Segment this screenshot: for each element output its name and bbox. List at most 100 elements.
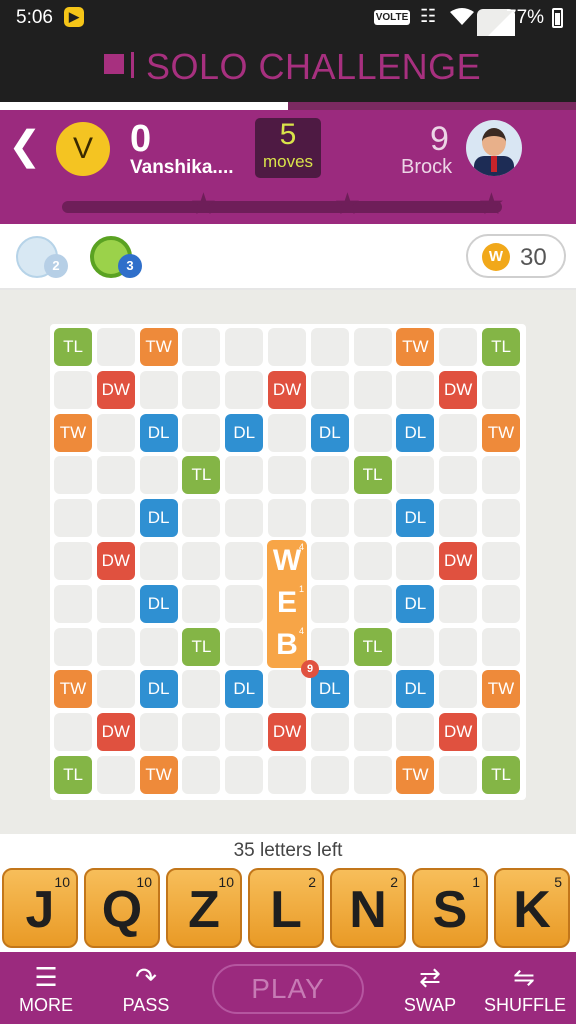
- board-square[interactable]: [182, 413, 221, 452]
- board-square[interactable]: [439, 328, 478, 366]
- board-square-dl[interactable]: DL: [225, 413, 264, 452]
- board-square-tw[interactable]: TW: [396, 756, 435, 794]
- board-square-dl[interactable]: DL: [396, 499, 435, 538]
- rack-tile[interactable]: 10 J: [2, 868, 78, 948]
- board-square[interactable]: [396, 456, 435, 495]
- board-square[interactable]: [96, 328, 135, 366]
- board-square[interactable]: [54, 456, 92, 495]
- board-square-tw[interactable]: TW: [482, 670, 520, 709]
- board-square[interactable]: [139, 370, 178, 409]
- board-square[interactable]: [182, 584, 221, 623]
- board-square[interactable]: [310, 456, 349, 495]
- board-square[interactable]: [439, 627, 478, 666]
- board-square[interactable]: [182, 542, 221, 580]
- board-square-dw[interactable]: DW: [439, 542, 478, 580]
- board-square-dl[interactable]: DL: [139, 584, 178, 623]
- board-square-tw[interactable]: TW: [54, 413, 92, 452]
- board-square[interactable]: [54, 542, 92, 580]
- board-square[interactable]: [139, 456, 178, 495]
- board-square-tw[interactable]: TW: [396, 328, 435, 366]
- rack-tile[interactable]: 2L: [248, 868, 324, 948]
- board-square-tw[interactable]: TW: [482, 413, 520, 452]
- board-square-tw[interactable]: TW: [139, 328, 178, 366]
- board-square-tl[interactable]: TL: [54, 328, 92, 366]
- board-square[interactable]: [268, 499, 306, 538]
- board-square[interactable]: [182, 328, 221, 366]
- board-square-dl[interactable]: DL: [310, 413, 349, 452]
- board-square[interactable]: [439, 670, 478, 709]
- board-square[interactable]: [225, 456, 264, 495]
- board-square[interactable]: [268, 756, 306, 794]
- board-square[interactable]: [96, 499, 135, 538]
- board-square[interactable]: [353, 584, 392, 623]
- board-square-dl[interactable]: DL: [310, 670, 349, 709]
- board-square[interactable]: [310, 370, 349, 409]
- board-square[interactable]: [268, 328, 306, 366]
- board-square-dw[interactable]: DW: [96, 542, 135, 580]
- board-square[interactable]: [353, 370, 392, 409]
- board-square[interactable]: [182, 756, 221, 794]
- board-square-tl[interactable]: TL: [182, 627, 221, 666]
- board-square-dl[interactable]: DL: [139, 413, 178, 452]
- board-square[interactable]: [396, 542, 435, 580]
- board-square[interactable]: [353, 756, 392, 794]
- board-square-dl[interactable]: DL: [396, 584, 435, 623]
- board-square[interactable]: [54, 713, 92, 752]
- board-square-dl[interactable]: DL: [396, 413, 435, 452]
- board-square-dl[interactable]: DL: [396, 670, 435, 709]
- board-square[interactable]: [182, 499, 221, 538]
- board-square[interactable]: [396, 713, 435, 752]
- rack-tile[interactable]: 10 Z: [166, 868, 242, 948]
- board-square-tl[interactable]: TL: [482, 328, 520, 366]
- board-square[interactable]: [54, 627, 92, 666]
- board-square[interactable]: [225, 328, 264, 366]
- coin-balance[interactable]: W 30: [466, 234, 566, 278]
- board-square-tl[interactable]: TL: [353, 627, 392, 666]
- board-square-dw[interactable]: DW: [96, 713, 135, 752]
- play-button[interactable]: PLAY: [212, 964, 364, 1014]
- board-square-tl[interactable]: TL: [54, 756, 92, 794]
- board-square[interactable]: [353, 499, 392, 538]
- board-square[interactable]: [439, 413, 478, 452]
- board-square[interactable]: [139, 627, 178, 666]
- board-square[interactable]: [482, 542, 520, 580]
- board-square[interactable]: [310, 499, 349, 538]
- board-square[interactable]: [482, 456, 520, 495]
- board-square[interactable]: [225, 499, 264, 538]
- board-square[interactable]: [225, 627, 264, 666]
- board-square[interactable]: [482, 370, 520, 409]
- board-square[interactable]: [439, 584, 478, 623]
- board-square[interactable]: [353, 713, 392, 752]
- board-square[interactable]: [353, 670, 392, 709]
- board-square[interactable]: [96, 456, 135, 495]
- board-square[interactable]: [310, 756, 349, 794]
- board-square-dw[interactable]: DW: [96, 370, 135, 409]
- swap-button[interactable]: ⇄ SWAP: [398, 952, 462, 1024]
- pass-button[interactable]: ↷ PASS: [114, 952, 178, 1024]
- board-square[interactable]: [96, 670, 135, 709]
- board-square-tw[interactable]: TW: [139, 756, 178, 794]
- player1-avatar[interactable]: V: [56, 122, 110, 176]
- board-square[interactable]: [225, 713, 264, 752]
- board-square-tl[interactable]: TL: [482, 756, 520, 794]
- board-square[interactable]: [225, 542, 264, 580]
- board-square[interactable]: [139, 713, 178, 752]
- board-square-dw[interactable]: DW: [439, 370, 478, 409]
- rack-tile[interactable]: 10 Q: [84, 868, 160, 948]
- board-square[interactable]: [482, 627, 520, 666]
- board-square[interactable]: [310, 542, 349, 580]
- board-square[interactable]: [353, 413, 392, 452]
- board-square[interactable]: [54, 584, 92, 623]
- board-square[interactable]: [96, 756, 135, 794]
- board-square[interactable]: [439, 456, 478, 495]
- board-square[interactable]: [310, 584, 349, 623]
- board-square[interactable]: [182, 713, 221, 752]
- board-square-dl[interactable]: DL: [225, 670, 264, 709]
- board-square-tl[interactable]: TL: [353, 456, 392, 495]
- board-square[interactable]: [310, 627, 349, 666]
- board-square[interactable]: [439, 756, 478, 794]
- board-square[interactable]: [439, 499, 478, 538]
- board-square[interactable]: [353, 542, 392, 580]
- board-square-dl[interactable]: DL: [139, 670, 178, 709]
- rack-tile[interactable]: 2N: [330, 868, 406, 948]
